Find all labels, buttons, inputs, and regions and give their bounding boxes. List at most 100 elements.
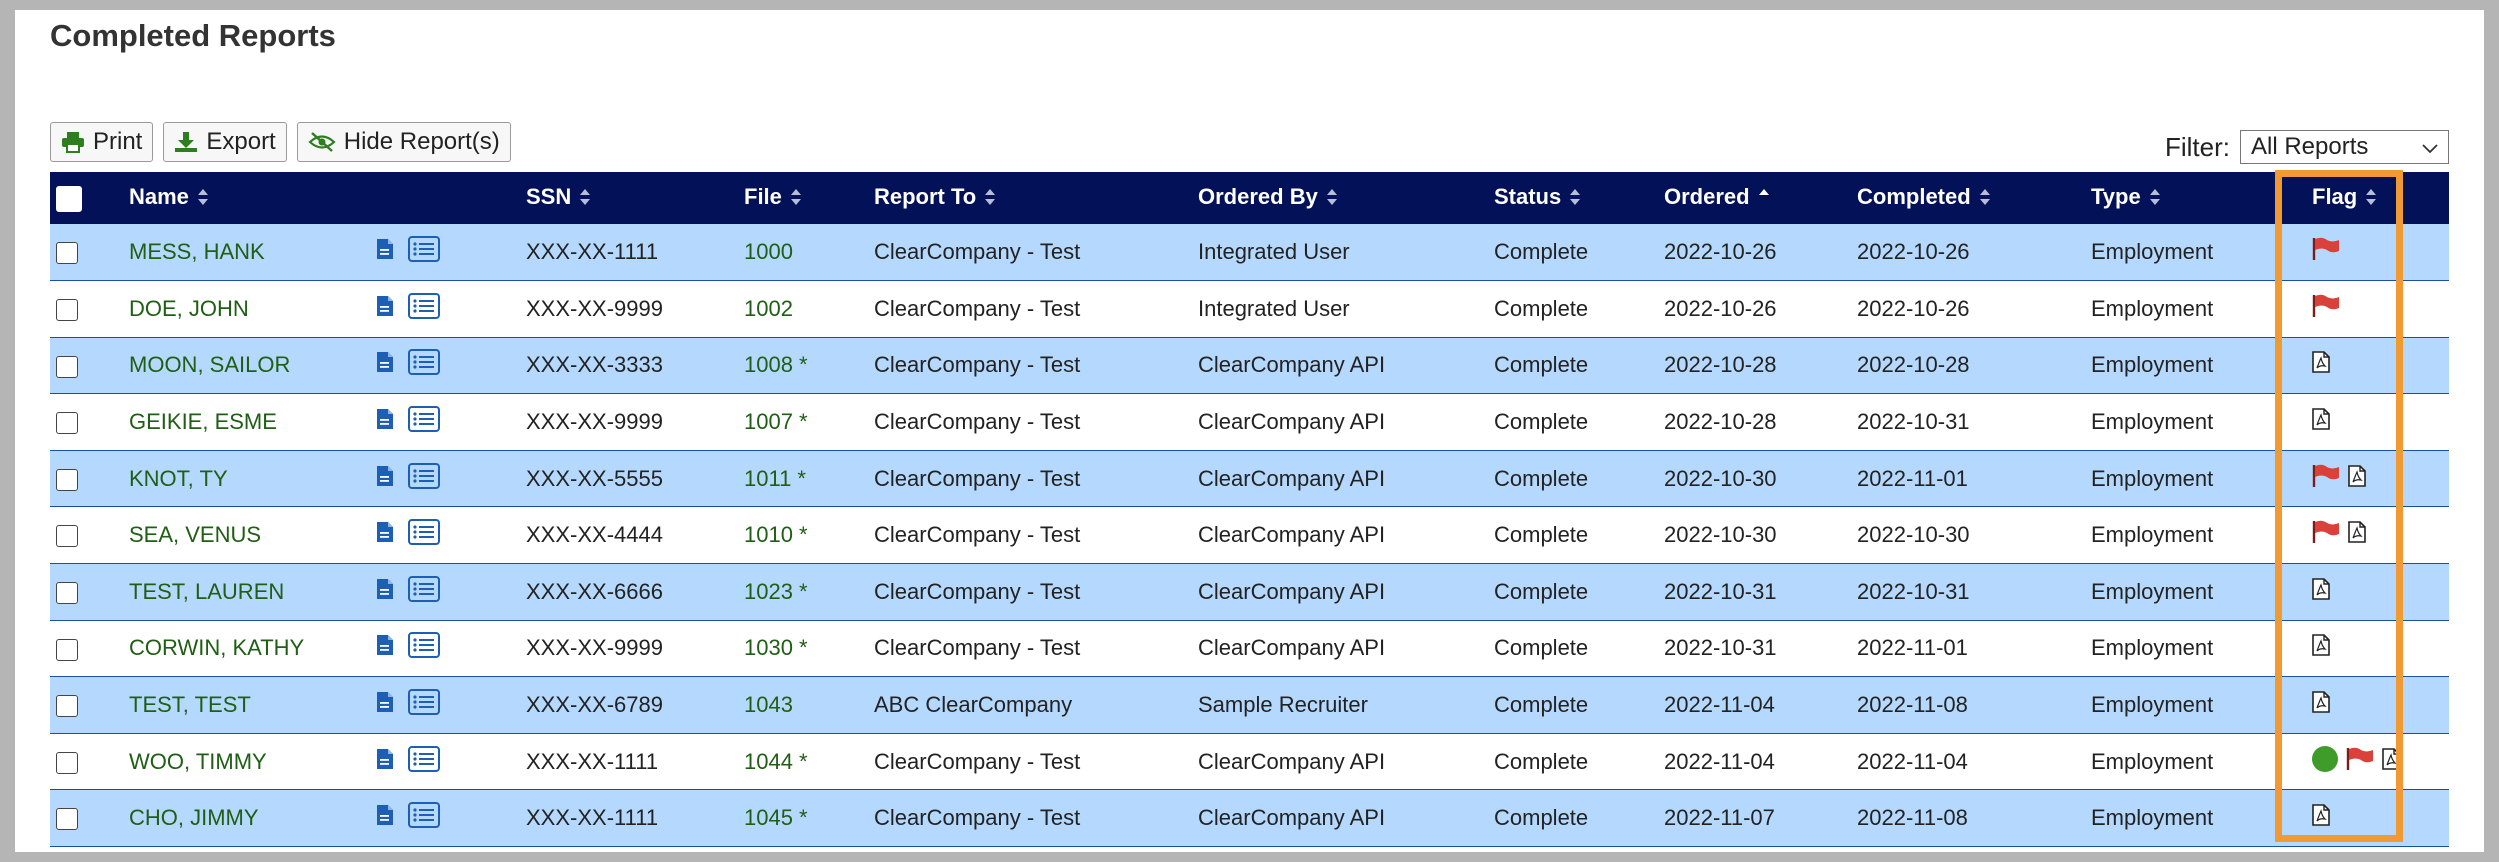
pdf-icon[interactable] [2312,804,2330,832]
select-all-checkbox[interactable] [56,185,82,212]
filter-select[interactable]: All Reports [2240,130,2449,164]
export-button[interactable]: Export [163,122,287,162]
hide-reports-button[interactable]: Hide Report(s) [296,122,511,162]
flag-icon[interactable] [2312,237,2340,267]
report-to-cell: ClearCompany - Test [868,789,1192,848]
details-list-icon[interactable] [408,349,440,381]
column-header-label: Ordered [1664,184,1750,210]
flag-icon[interactable] [2312,520,2340,550]
document-icon[interactable] [376,295,394,323]
report-to-cell: ClearCompany - Test [868,563,1192,621]
flag-icon[interactable] [2312,464,2340,494]
candidate-name[interactable]: DOE, JOHN [123,280,370,338]
table-row[interactable]: CHO, JIMMY XXX-XX-1111 1045 * ClearCompany … [50,789,2449,848]
flag-icon[interactable] [2346,747,2374,777]
row-checkbox[interactable] [56,299,78,322]
table-row[interactable]: KNOT, TY XXX-XX-5555 1011 * ClearCompany - … [50,450,2449,508]
column-header-type[interactable]: Type [2085,172,2292,224]
candidate-name[interactable]: MESS, HANK [123,224,370,282]
row-checkbox[interactable] [56,695,78,718]
details-list-icon[interactable] [408,236,440,268]
column-header-ordered[interactable]: Ordered [1658,172,1851,224]
table-row[interactable]: WOO, TIMMY XXX-XX-1111 1044 * ClearCompany … [50,733,2449,791]
details-list-icon[interactable] [408,292,440,325]
document-icon[interactable] [376,804,394,832]
document-icon[interactable] [376,465,394,493]
ssn-cell: XXX-XX-4444 [520,506,738,565]
document-icon[interactable] [376,238,394,266]
column-header-completed[interactable]: Completed [1851,172,2085,224]
candidate-name[interactable]: SEA, VENUS [123,506,370,565]
row-checkbox[interactable] [56,582,78,605]
row-select-cell [50,506,123,565]
file-cell: 1008 * [738,337,868,395]
details-list-icon[interactable] [408,519,440,551]
table-row[interactable]: GEIKIE, ESME XXX-XX-9999 1007 * ClearCompan… [50,393,2449,451]
table-row[interactable]: MESS, HANK XXX-XX-1111 1000 ClearCompany - … [50,224,2449,282]
status-cell: Complete [1488,789,1658,848]
column-header-actions [370,172,520,224]
candidate-name[interactable]: WOO, TIMMY [123,733,370,791]
column-header-flag[interactable]: Flag [2292,172,2449,224]
document-icon[interactable] [376,691,394,719]
pdf-icon[interactable] [2312,691,2330,719]
details-list-icon[interactable] [408,802,440,834]
candidate-name[interactable]: KNOT, TY [123,450,370,508]
pdf-icon[interactable] [2348,521,2366,549]
table-row[interactable]: SEA, VENUS XXX-XX-4444 1010 * ClearCompany … [50,506,2449,565]
candidate-name[interactable]: CHO, JIMMY [123,789,370,848]
pdf-icon[interactable] [2312,634,2330,662]
details-list-icon[interactable] [408,689,440,721]
column-header-file[interactable]: File [738,172,868,224]
table-row[interactable]: MOON, SAILOR XXX-XX-3333 1008 * ClearCompan… [50,337,2449,395]
table-row[interactable]: TEST, TEST XXX-XX-6789 1043 ABC ClearCompan… [50,676,2449,734]
pdf-icon[interactable] [2312,408,2330,436]
document-icon[interactable] [376,748,394,776]
pdf-icon[interactable] [2312,351,2330,379]
details-list-icon[interactable] [408,745,440,778]
flag-cell [2292,393,2449,451]
row-actions-cell [370,789,520,848]
ordered-by-cell: Integrated User [1192,280,1488,338]
row-checkbox[interactable] [56,525,78,548]
print-button[interactable]: Print [50,122,154,162]
row-checkbox[interactable] [56,638,78,661]
details-list-icon[interactable] [408,575,440,608]
table-row[interactable]: TEST, LAUREN XXX-XX-6666 1023 * ClearCompan… [50,563,2449,621]
pdf-icon[interactable] [2312,578,2330,606]
row-checkbox[interactable] [56,355,78,378]
row-checkbox[interactable] [56,808,78,831]
completed-date-cell: 2022-10-30 [1851,506,2085,565]
column-header-ssn[interactable]: SSN [520,172,738,224]
candidate-name[interactable]: TEST, TEST [123,676,370,734]
row-checkbox[interactable] [56,751,78,774]
pdf-icon[interactable] [2382,747,2400,776]
type-cell: Employment [2085,676,2292,734]
candidate-name[interactable]: GEIKIE, ESME [123,393,370,451]
pdf-icon[interactable] [2348,464,2366,493]
document-icon[interactable] [376,408,394,436]
document-icon[interactable] [376,634,394,662]
column-header-ordered-by[interactable]: Ordered By [1192,172,1488,224]
column-header-label: SSN [526,184,572,210]
column-header-report-to[interactable]: Report To [868,172,1192,224]
details-list-icon[interactable] [408,462,440,495]
details-list-icon[interactable] [408,632,440,664]
row-checkbox[interactable] [56,242,78,265]
row-checkbox[interactable] [56,468,78,491]
flag-icon[interactable] [2312,294,2340,324]
row-checkbox[interactable] [56,412,78,435]
document-icon[interactable] [376,351,394,379]
candidate-name[interactable]: CORWIN, KATHY [123,620,370,678]
column-header-status[interactable]: Status [1488,172,1658,224]
column-header-label: Ordered By [1198,184,1318,210]
candidate-name[interactable]: MOON, SAILOR [123,337,370,395]
column-header-name[interactable]: Name [123,172,370,224]
table-row[interactable]: CORWIN, KATHY XXX-XX-9999 1030 * ClearCompa… [50,620,2449,678]
table-row[interactable]: DOE, JOHN XXX-XX-9999 1002 ClearCompany - T… [50,280,2449,338]
document-icon[interactable] [376,578,394,606]
column-header-label: File [744,184,782,210]
details-list-icon[interactable] [408,406,440,438]
candidate-name[interactable]: TEST, LAUREN [123,563,370,621]
document-icon[interactable] [376,521,394,549]
